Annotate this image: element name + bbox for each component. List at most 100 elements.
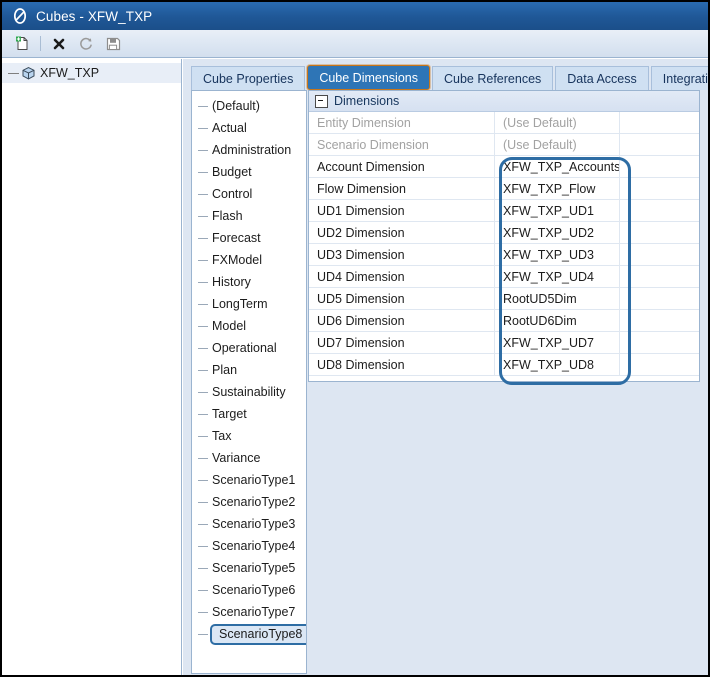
row-label: UD8 Dimension: [309, 354, 495, 375]
onestream-logo-icon: [11, 7, 29, 25]
row-tail: [620, 288, 699, 309]
cube-editor-pane: Cube Properties Cube Dimensions Cube Ref…: [183, 59, 708, 675]
grid-group-header-label: Dimensions: [334, 94, 400, 108]
tree-dash-icon: [198, 127, 208, 129]
row-label: Entity Dimension: [309, 112, 495, 133]
list-item[interactable]: Control: [192, 183, 306, 205]
list-item-label: Target: [212, 407, 247, 421]
new-icon[interactable]: [10, 32, 34, 56]
table-row[interactable]: UD2 Dimension XFW_TXP_UD2: [309, 222, 699, 244]
tree-dash-icon: [198, 105, 208, 107]
list-item[interactable]: Administration: [192, 139, 306, 161]
row-tail: [620, 222, 699, 243]
tree-dash-icon: [198, 281, 208, 283]
row-value[interactable]: (Use Default): [495, 112, 620, 133]
table-row[interactable]: UD4 Dimension XFW_TXP_UD4: [309, 266, 699, 288]
row-value[interactable]: XFW_TXP_UD8: [495, 354, 620, 375]
list-item[interactable]: Tax: [192, 425, 306, 447]
tree-expander-icon[interactable]: [8, 72, 19, 74]
tree-dash-icon: [198, 347, 208, 349]
row-label: Flow Dimension: [309, 178, 495, 199]
table-row[interactable]: UD3 Dimension XFW_TXP_UD3: [309, 244, 699, 266]
list-item-label: Operational: [212, 341, 277, 355]
tree-dash-icon: [198, 215, 208, 217]
table-row[interactable]: UD6 Dimension RootUD6Dim: [309, 310, 699, 332]
tree-dash-icon: [198, 435, 208, 437]
save-icon[interactable]: [101, 32, 125, 56]
list-item[interactable]: ScenarioType4: [192, 535, 306, 557]
row-tail: [620, 178, 699, 199]
list-item-label: FXModel: [212, 253, 263, 267]
list-item[interactable]: Forecast: [192, 227, 306, 249]
tree-dash-icon: [198, 259, 208, 261]
tree-dash-icon: [198, 369, 208, 371]
collapse-minus-icon[interactable]: [315, 94, 328, 108]
list-item[interactable]: LongTerm: [192, 293, 306, 315]
list-item[interactable]: Budget: [192, 161, 306, 183]
table-row[interactable]: Entity Dimension (Use Default): [309, 112, 699, 134]
list-item[interactable]: History: [192, 271, 306, 293]
list-item[interactable]: ScenarioType1: [192, 469, 306, 491]
table-row[interactable]: Account Dimension XFW_TXP_Accounts: [309, 156, 699, 178]
row-label: UD4 Dimension: [309, 266, 495, 287]
list-item-scenariotype8[interactable]: ScenarioType8: [192, 623, 306, 645]
tree-dash-icon: [198, 237, 208, 239]
table-row[interactable]: UD7 Dimension XFW_TXP_UD7: [309, 332, 699, 354]
list-item[interactable]: ScenarioType5: [192, 557, 306, 579]
list-item-label: Variance: [212, 451, 261, 465]
table-row[interactable]: UD1 Dimension XFW_TXP_UD1: [309, 200, 699, 222]
table-row[interactable]: Scenario Dimension (Use Default): [309, 134, 699, 156]
tab-cube-references[interactable]: Cube References: [432, 66, 554, 90]
tab-cube-properties[interactable]: Cube Properties: [191, 66, 306, 90]
list-item[interactable]: ScenarioType7: [192, 601, 306, 623]
row-label: Account Dimension: [309, 156, 495, 177]
list-item[interactable]: ScenarioType3: [192, 513, 306, 535]
row-value[interactable]: XFW_TXP_UD4: [495, 266, 620, 287]
table-row[interactable]: UD8 Dimension XFW_TXP_UD8: [309, 354, 699, 376]
scenario-list[interactable]: (Default) Actual Administration Budget C…: [191, 90, 307, 674]
list-item-label: Sustainability: [212, 385, 286, 399]
list-item[interactable]: FXModel: [192, 249, 306, 271]
row-label: UD1 Dimension: [309, 200, 495, 221]
row-tail: [620, 332, 699, 353]
list-item[interactable]: Variance: [192, 447, 306, 469]
toolbar: [2, 30, 708, 58]
table-row[interactable]: Flow Dimension XFW_TXP_Flow: [309, 178, 699, 200]
row-tail: [620, 354, 699, 375]
tab-cube-dimensions[interactable]: Cube Dimensions: [307, 65, 430, 90]
list-item[interactable]: Operational: [192, 337, 306, 359]
row-tail: [620, 200, 699, 221]
refresh-icon[interactable]: [74, 32, 98, 56]
row-value[interactable]: XFW_TXP_UD7: [495, 332, 620, 353]
row-value[interactable]: XFW_TXP_Flow: [495, 178, 620, 199]
grid-group-header[interactable]: Dimensions: [309, 91, 699, 112]
list-item-label: LongTerm: [212, 297, 268, 311]
row-value[interactable]: RootUD5Dim: [495, 288, 620, 309]
list-item[interactable]: ScenarioType2: [192, 491, 306, 513]
list-item[interactable]: (Default): [192, 95, 306, 117]
list-item[interactable]: Target: [192, 403, 306, 425]
tab-data-access[interactable]: Data Access: [555, 66, 649, 90]
row-value[interactable]: XFW_TXP_Accounts: [495, 156, 620, 177]
tree-dash-icon: [198, 611, 208, 613]
tree-node-xfw-txp[interactable]: XFW_TXP: [2, 63, 181, 83]
list-item[interactable]: ScenarioType6: [192, 579, 306, 601]
list-item[interactable]: Sustainability: [192, 381, 306, 403]
row-label: UD2 Dimension: [309, 222, 495, 243]
list-item-label: ScenarioType1: [212, 473, 296, 487]
row-value[interactable]: (Use Default): [495, 134, 620, 155]
list-item[interactable]: Actual: [192, 117, 306, 139]
row-value[interactable]: XFW_TXP_UD3: [495, 244, 620, 265]
row-value[interactable]: RootUD6Dim: [495, 310, 620, 331]
list-item-label: Forecast: [212, 231, 261, 245]
list-item-label: Flash: [212, 209, 243, 223]
list-item[interactable]: Plan: [192, 359, 306, 381]
tab-integration[interactable]: Integration: [650, 66, 708, 90]
row-value[interactable]: XFW_TXP_UD1: [495, 200, 620, 221]
delete-icon[interactable]: [47, 32, 71, 56]
list-item[interactable]: Model: [192, 315, 306, 337]
list-item[interactable]: Flash: [192, 205, 306, 227]
table-row[interactable]: UD5 Dimension RootUD5Dim: [309, 288, 699, 310]
row-value[interactable]: XFW_TXP_UD2: [495, 222, 620, 243]
window-title: Cubes - XFW_TXP: [36, 8, 153, 24]
